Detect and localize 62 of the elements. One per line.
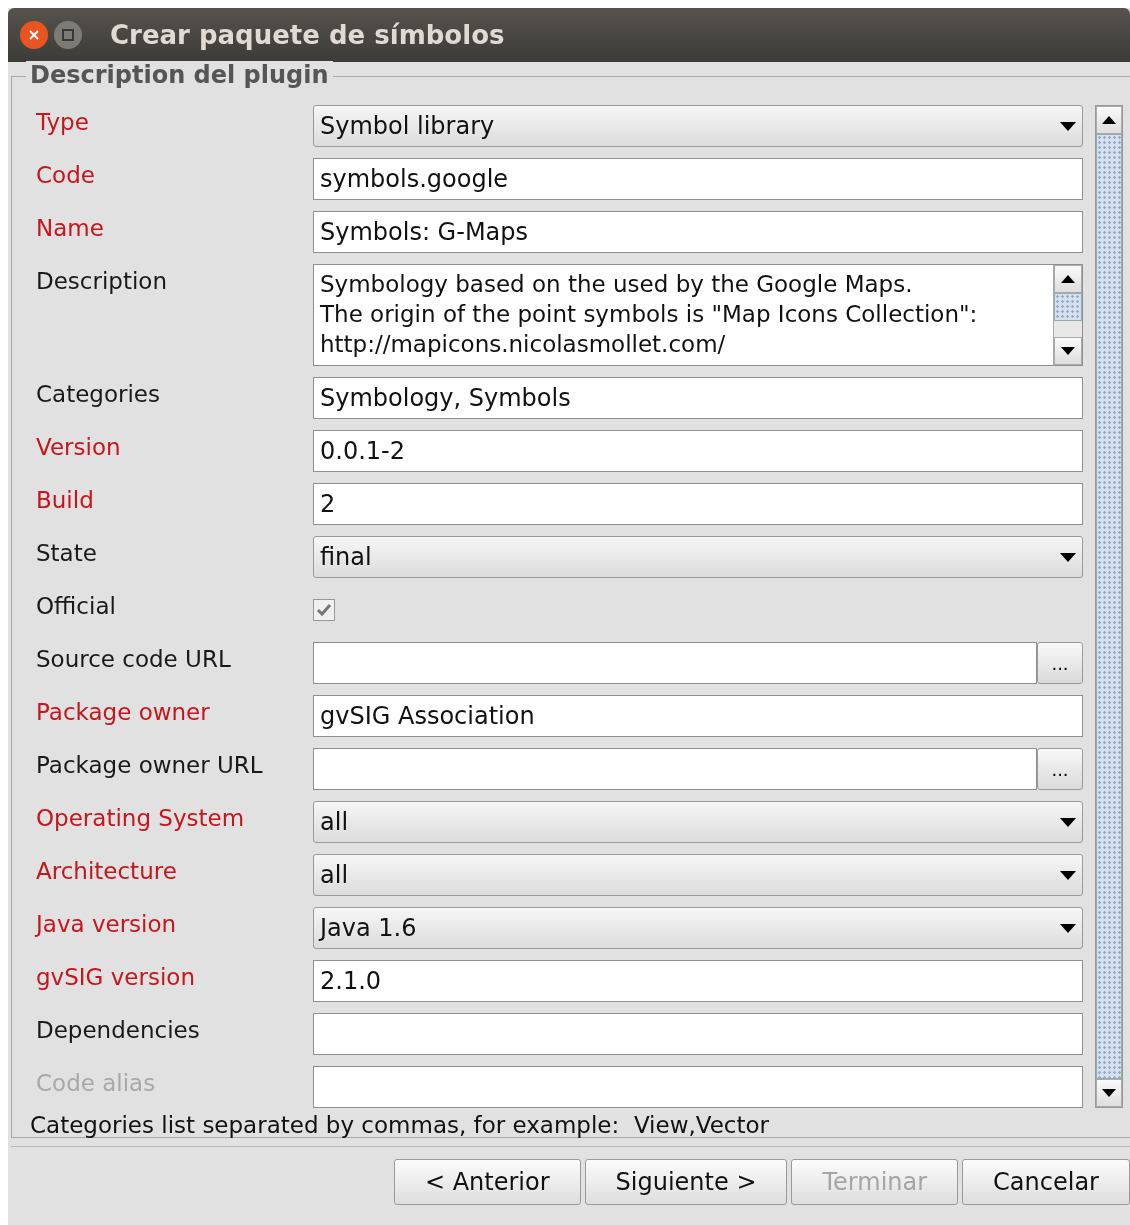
text-line: The origin of the point symbols is "Map Icons Collection": [320,300,979,329]
field-label: Operating System [36,804,246,831]
dropdown[interactable]: Java 1.6 [313,907,1083,949]
scrollbar[interactable] [1095,105,1123,1108]
input-field[interactable] [313,748,1037,790]
input-field[interactable]: gvSIG Association [313,695,1083,737]
field-label: Package owner [36,698,211,725]
field-label: Official [36,592,117,619]
field-label: gvSIG version [36,963,196,990]
caret-icon [1060,817,1076,827]
panel-title: Description del plugin [26,61,333,89]
hint-text: Categories list separated by commas, for example: View,Vector [30,1112,771,1138]
input-field[interactable]: 2 [313,483,1083,525]
dialog-button[interactable]: Siguiente > [584,1159,788,1205]
field-label: Build [36,486,95,513]
caret-icon [1060,552,1076,562]
input-field[interactable]: 0.0.1-2 [313,430,1083,472]
field-label: Architecture [36,857,178,884]
input-field[interactable]: Symbols: G-Maps [313,211,1083,253]
scrollbar[interactable] [1053,265,1082,365]
window-title: Crear paquete de símbolos [110,20,505,50]
field-label: Name [36,214,105,241]
caret-icon [1060,121,1076,131]
field-label: Version [36,433,122,460]
input-field[interactable]: symbols.google [313,158,1083,200]
field-label: Package owner URL [36,751,264,778]
checkbox[interactable] [313,599,335,621]
field-label: Code alias [36,1069,157,1096]
maximize-icon [61,28,75,42]
field-label: Categories [36,380,161,407]
close-icon [27,28,41,42]
dialog-button[interactable]: Cancelar [962,1159,1130,1205]
input-field[interactable] [313,1066,1083,1108]
field-label: Code [36,161,96,188]
caret-icon [1060,923,1076,933]
caret-icon [1060,870,1076,880]
input-field[interactable]: 2.1.0 [313,960,1083,1002]
text-area[interactable]: Symbology based on the used by the Google Maps. The origin of the point symbols is "Map Icons Collection": http://mapicons.nicolasmollet.com/ [313,264,1083,366]
input-field[interactable] [313,642,1037,684]
arrow-down-icon [1102,1089,1116,1097]
dropdown[interactable]: all [313,854,1083,896]
field-label: Dependencies [36,1016,201,1043]
dropdown[interactable]: Symbol library [313,105,1083,147]
field-label: State [36,539,98,566]
maximize-button[interactable] [54,21,82,49]
field-label: Type [36,108,90,135]
text-line: Symbology based on the used by the Google Maps. [320,270,914,299]
close-button[interactable] [20,21,48,49]
dropdown[interactable]: final [313,536,1083,578]
text-line: http://mapicons.nicolasmollet.com/ [320,330,727,359]
field-label: Description [36,267,168,294]
browse-button[interactable]: ... [1037,748,1083,790]
input-field[interactable]: Symbology, Symbols [313,377,1083,419]
field-label: Source code URL [36,645,232,672]
arrow-up-icon [1102,116,1116,124]
dialog-button[interactable]: < Anterior [393,1159,581,1205]
arrow-up-icon [1061,275,1075,283]
input-field[interactable] [313,1013,1083,1055]
field-label: Java version [36,910,178,937]
browse-button[interactable]: ... [1037,642,1083,684]
dropdown[interactable]: all [313,801,1083,843]
arrow-down-icon [1061,347,1075,355]
